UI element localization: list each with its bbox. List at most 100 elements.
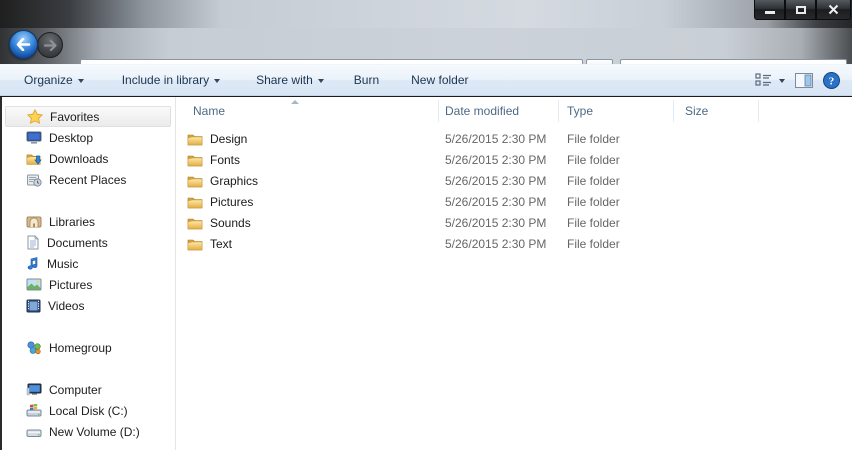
new-folder-button[interactable]: New folder <box>402 68 477 92</box>
folder-icon <box>187 216 203 230</box>
file-size <box>674 191 759 212</box>
star-icon <box>27 109 43 124</box>
preview-pane-button[interactable] <box>795 73 813 88</box>
file-size <box>674 170 759 191</box>
sidebar-item-label: New Volume (D:) <box>49 425 140 439</box>
burn-button[interactable]: Burn <box>345 68 388 92</box>
documents-icon <box>26 235 40 250</box>
minimize-button[interactable] <box>754 0 785 20</box>
file-row[interactable]: Fonts 5/26/2015 2:30 PM File folder <box>176 149 852 170</box>
file-type: File folder <box>559 191 674 212</box>
folder-icon <box>187 237 203 251</box>
sidebar-item-pictures[interactable]: Pictures <box>2 274 175 295</box>
file-size <box>674 212 759 233</box>
share-with-label: Share with <box>256 73 313 87</box>
sidebar-item-new-volume-d[interactable]: New Volume (D:) <box>2 421 175 442</box>
file-name: Sounds <box>210 216 251 230</box>
file-type: File folder <box>559 212 674 233</box>
file-type: File folder <box>559 149 674 170</box>
sidebar-item-label: Pictures <box>49 278 92 292</box>
file-name: Design <box>210 132 247 146</box>
local-disk-icon <box>26 404 42 418</box>
sidebar-item-recent-places[interactable]: Recent Places <box>2 169 175 190</box>
explorer-window: Shrapnel Games The Camo Workshop winSPWW… <box>0 0 852 450</box>
file-size <box>674 149 759 170</box>
column-header-name[interactable]: Name <box>176 100 439 122</box>
sidebar-item-label: Recent Places <box>49 173 126 187</box>
file-row[interactable]: Text 5/26/2015 2:30 PM File folder <box>176 233 852 254</box>
sidebar-item-homegroup[interactable]: Homegroup <box>2 337 175 358</box>
caption-buttons <box>754 0 851 20</box>
back-arrow-icon <box>16 38 31 51</box>
chevron-down-icon <box>214 79 220 83</box>
music-icon <box>26 256 40 271</box>
file-date: 5/26/2015 2:30 PM <box>439 149 559 170</box>
command-toolbar: Organize Include in library Share with B… <box>0 64 852 96</box>
folder-icon <box>187 195 203 209</box>
file-size <box>674 233 759 254</box>
chevron-down-icon <box>78 79 84 83</box>
column-header-date-modified[interactable]: Date modified <box>439 100 559 122</box>
navigation-pane: Favorites Desktop Downloads <box>2 97 175 450</box>
sidebar-item-local-disk-c[interactable]: Local Disk (C:) <box>2 400 175 421</box>
close-button[interactable] <box>816 0 851 20</box>
preview-pane-icon <box>795 73 813 88</box>
sidebar-item-documents[interactable]: Documents <box>2 232 175 253</box>
sidebar-item-label: Videos <box>48 299 84 313</box>
sidebar-item-label: Favorites <box>50 110 99 124</box>
file-name: Fonts <box>210 153 240 167</box>
drive-icon <box>26 425 42 439</box>
file-row[interactable]: Graphics 5/26/2015 2:30 PM File folder <box>176 170 852 191</box>
homegroup-icon <box>26 340 42 355</box>
forward-button[interactable] <box>37 32 63 58</box>
sidebar-item-downloads[interactable]: Downloads <box>2 148 175 169</box>
sidebar-item-desktop[interactable]: Desktop <box>2 127 175 148</box>
libraries-icon <box>26 215 42 229</box>
file-row[interactable]: Pictures 5/26/2015 2:30 PM File folder <box>176 191 852 212</box>
file-name: Pictures <box>210 195 253 209</box>
file-date: 5/26/2015 2:30 PM <box>439 128 559 149</box>
sidebar-item-label: Homegroup <box>49 341 112 355</box>
column-header-type[interactable]: Type <box>559 100 674 122</box>
file-name: Graphics <box>210 174 258 188</box>
file-row[interactable]: Sounds 5/26/2015 2:30 PM File folder <box>176 212 852 233</box>
sort-ascending-icon <box>291 100 299 104</box>
file-date: 5/26/2015 2:30 PM <box>439 233 559 254</box>
column-header-size[interactable]: Size <box>674 100 759 122</box>
file-row[interactable]: Design 5/26/2015 2:30 PM File folder <box>176 128 852 149</box>
column-headers: Name Date modified Type Size <box>176 100 852 122</box>
change-view-button[interactable] <box>755 73 785 87</box>
sidebar-item-music[interactable]: Music <box>2 253 175 274</box>
help-button[interactable]: ? <box>823 72 840 89</box>
help-icon: ? <box>823 72 840 89</box>
sidebar-item-videos[interactable]: Videos <box>2 295 175 316</box>
organize-label: Organize <box>24 73 73 87</box>
file-type: File folder <box>559 128 674 149</box>
share-with-button[interactable]: Share with <box>247 68 333 92</box>
sidebar-item-favorites[interactable]: Favorites <box>5 106 171 127</box>
maximize-button[interactable] <box>785 0 816 20</box>
sidebar-item-computer[interactable]: Computer <box>2 379 175 400</box>
navigation-bar: Shrapnel Games The Camo Workshop winSPWW… <box>0 28 852 64</box>
computer-section: Computer Local Disk (C:) <box>2 379 175 442</box>
file-name: Text <box>210 237 232 251</box>
file-date: 5/26/2015 2:30 PM <box>439 170 559 191</box>
homegroup-section: Homegroup <box>2 337 175 358</box>
sidebar-item-label: Computer <box>49 383 102 397</box>
file-type: File folder <box>559 170 674 191</box>
back-button[interactable] <box>9 30 38 59</box>
forward-arrow-icon <box>44 40 57 51</box>
sidebar-item-label: Libraries <box>49 215 95 229</box>
include-in-library-button[interactable]: Include in library <box>113 68 229 92</box>
toolbar-right-icons: ? <box>755 72 852 89</box>
organize-button[interactable]: Organize <box>15 68 93 92</box>
pictures-icon <box>26 278 42 291</box>
views-icon <box>755 73 773 87</box>
svg-text:?: ? <box>829 75 835 87</box>
desktop-icon <box>26 131 42 145</box>
sidebar-item-label: Documents <box>47 236 108 250</box>
computer-icon <box>26 383 42 397</box>
downloads-icon <box>26 152 42 166</box>
sidebar-item-libraries[interactable]: Libraries <box>2 211 175 232</box>
file-date: 5/26/2015 2:30 PM <box>439 212 559 233</box>
